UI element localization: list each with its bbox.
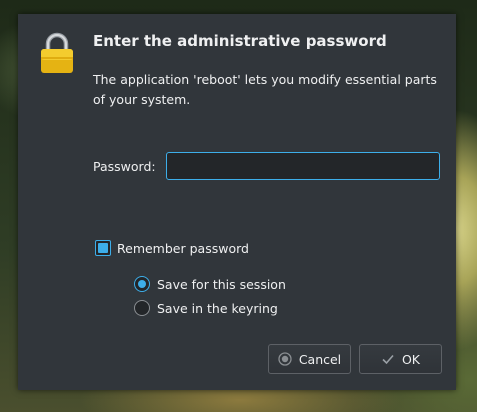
radio-button[interactable] [134,300,150,316]
ok-button[interactable]: OK [359,344,442,374]
password-field[interactable] [166,152,440,180]
dialog-title: Enter the administrative password [93,32,387,50]
password-dialog: Enter the administrative password The ap… [18,14,456,390]
remember-password-label: Remember password [117,240,249,256]
password-label: Password: [93,159,156,174]
checkbox-box[interactable] [95,240,111,256]
dialog-description: The application 'reboot' lets you modify… [93,72,437,107]
cancel-button-label: Cancel [298,351,342,367]
radio-save-session[interactable]: Save for this session [134,276,286,292]
radio-selected-dot [138,280,146,288]
radio-save-keyring-label: Save in the keyring [157,300,278,316]
radio-save-session-label: Save for this session [157,276,286,292]
ok-button-label: OK [401,351,421,367]
checkmark-icon [381,352,395,366]
radio-button[interactable] [134,276,150,292]
lock-icon [40,32,74,74]
cancel-icon [278,352,292,366]
checkbox-checked-mark [98,243,108,253]
cancel-button[interactable]: Cancel [268,344,351,374]
radio-save-keyring[interactable]: Save in the keyring [134,300,278,316]
remember-password-checkbox[interactable]: Remember password [95,240,249,256]
